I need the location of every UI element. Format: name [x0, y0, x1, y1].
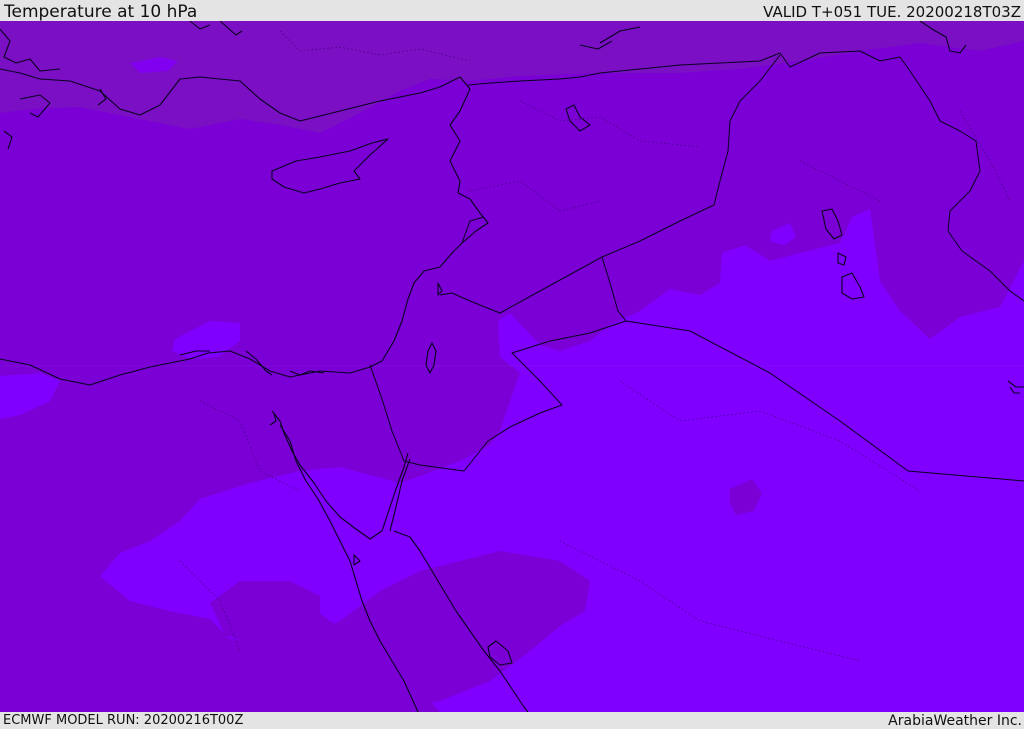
credit-label: ArabiaWeather Inc.	[888, 713, 1022, 729]
temperature-map	[0, 21, 1024, 712]
map-title: Temperature at 10 hPa	[4, 2, 198, 22]
valid-time-label: VALID T+051 TUE. 20200218T03Z	[763, 3, 1021, 21]
model-run-label: ECMWF MODEL RUN: 20200216T00Z	[3, 713, 244, 728]
map-canvas	[0, 21, 1024, 712]
map-viewer: Temperature at 10 hPa VALID T+051 TUE. 2…	[0, 0, 1024, 729]
footer-bar: ECMWF MODEL RUN: 20200216T00Z ArabiaWeat…	[0, 712, 1024, 729]
title-bar: Temperature at 10 hPa VALID T+051 TUE. 2…	[0, 0, 1024, 21]
